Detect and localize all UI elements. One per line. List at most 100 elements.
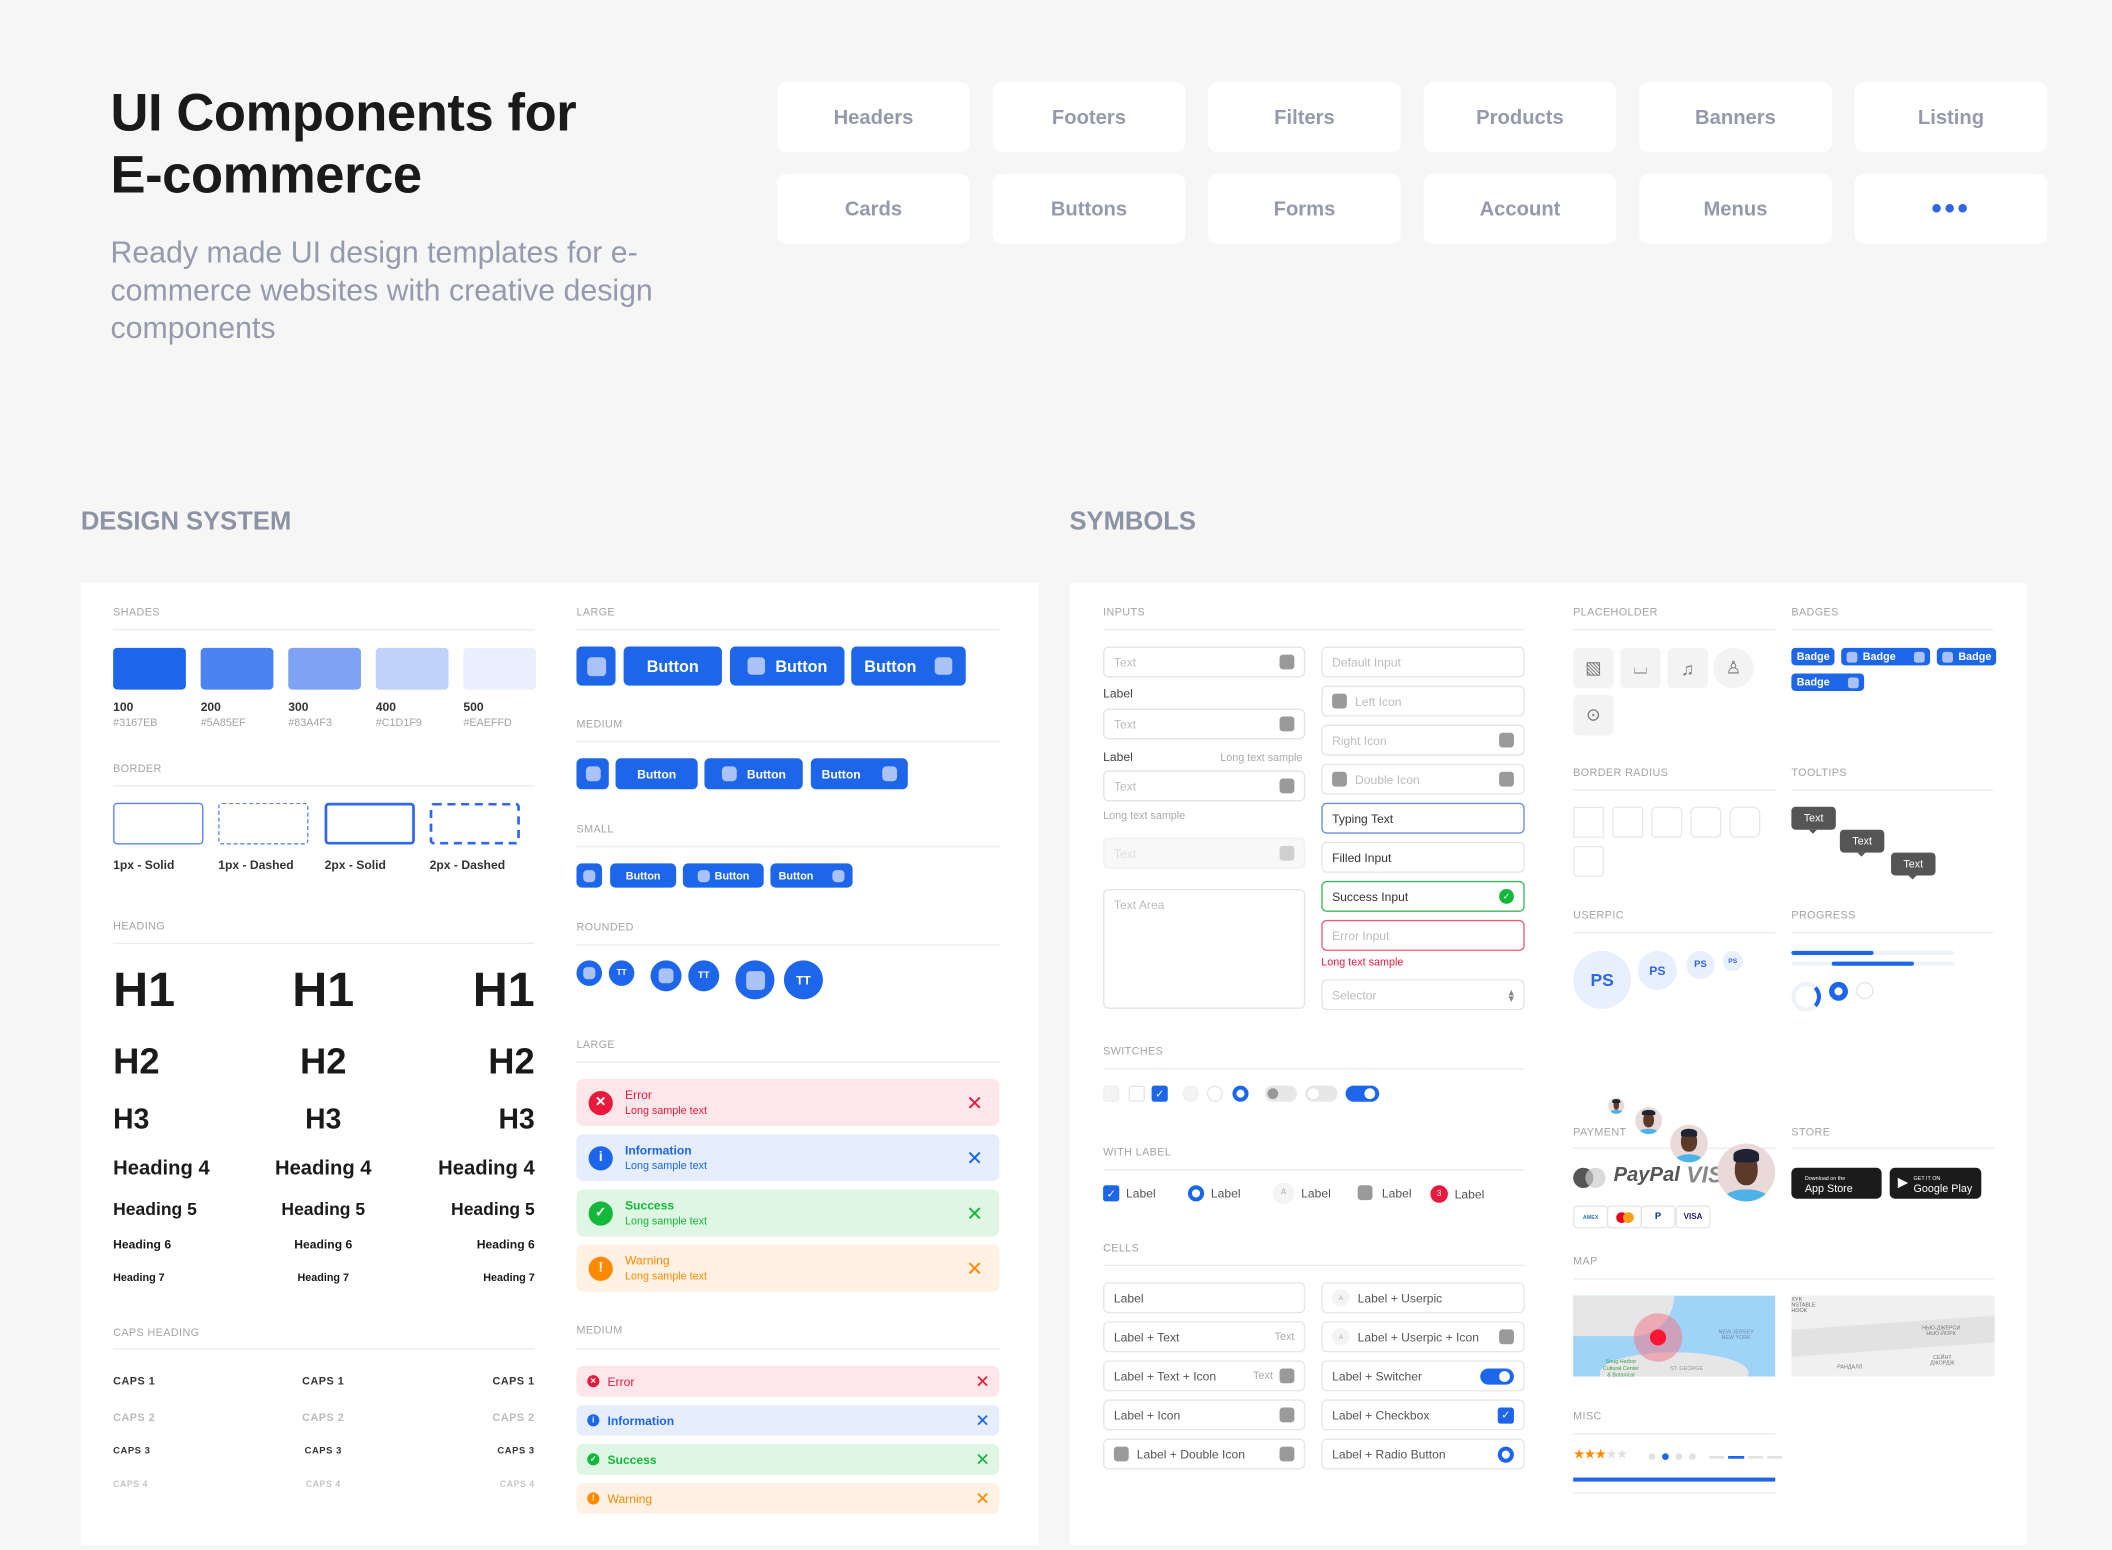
selector-dropdown[interactable]: Selector ▴ ▾ (1321, 979, 1525, 1011)
radio-with-label[interactable]: Label (1187, 1185, 1241, 1202)
map-gray[interactable]: XYK NSTABLE HOOK НЬЮ-ДЖЕРСИ НЬЮ-ЙОРК СЕЙНТ Д… (1791, 1295, 1995, 1377)
pager-line[interactable] (1748, 1455, 1764, 1459)
cell-label-userpic[interactable]: A Label + Userpic (1321, 1282, 1525, 1314)
success-input[interactable]: Success Input ✓ (1321, 880, 1525, 912)
userpic-with-label[interactable]: A Label (1272, 1182, 1331, 1205)
button-medium-left-icon[interactable]: Button (704, 758, 803, 790)
nav-filters[interactable]: Filters (1208, 82, 1401, 153)
text-input-icon[interactable]: Text (1103, 646, 1306, 678)
close-icon[interactable]: ✕ (966, 1146, 983, 1170)
slider-track[interactable] (1573, 1477, 1776, 1482)
checkbox-checked[interactable]: ✓ (1151, 1085, 1168, 1102)
checkbox-disabled[interactable] (1103, 1085, 1120, 1102)
button-medium[interactable]: Button (615, 758, 698, 790)
toggle-on[interactable] (1480, 1367, 1514, 1384)
nav-forms[interactable]: Forms (1208, 173, 1401, 244)
round-text-button-small[interactable]: TT (608, 960, 635, 986)
close-icon[interactable]: ✕ (975, 1410, 990, 1432)
star-icon[interactable]: ★ (1584, 1448, 1596, 1463)
counter-with-label[interactable]: 3 Label (1430, 1185, 1484, 1203)
star-icon[interactable]: ★ (1605, 1448, 1617, 1463)
round-text-button-medium[interactable]: TT (688, 960, 720, 992)
cell-label-icon[interactable]: Label + Icon (1103, 1399, 1306, 1431)
nav-headers[interactable]: Headers (777, 82, 970, 153)
double-icon-input[interactable]: Double Icon (1321, 763, 1525, 795)
icon-button-medium[interactable] (576, 758, 609, 790)
pager-line[interactable] (1709, 1455, 1725, 1459)
close-icon[interactable]: ✕ (966, 1090, 983, 1115)
button-large-right-icon[interactable]: Button (851, 646, 966, 686)
close-icon[interactable]: ✕ (966, 1256, 983, 1280)
nav-banners[interactable]: Banners (1639, 82, 1832, 153)
star-icon[interactable]: ★ (1595, 1448, 1607, 1463)
cell-label-double-icon[interactable]: Label + Double Icon (1103, 1438, 1306, 1470)
default-input[interactable]: Default Input (1321, 646, 1525, 678)
text-area[interactable]: Text Area (1103, 888, 1306, 1009)
close-icon[interactable]: ✕ (975, 1449, 990, 1471)
toggle-on[interactable] (1345, 1085, 1380, 1102)
round-text-button-large[interactable]: TT (783, 960, 823, 1000)
map-color[interactable]: NEW JERSEY NEW YORK Snug Harbor Cultural C… (1573, 1295, 1776, 1377)
round-icon-button-medium[interactable] (650, 960, 682, 992)
left-icon-input[interactable]: Left Icon (1321, 685, 1525, 717)
round-icon-button-small[interactable] (576, 960, 603, 986)
nav-menus[interactable]: Menus (1639, 173, 1832, 244)
toggle-off[interactable] (1305, 1085, 1338, 1102)
right-icon-input[interactable]: Right Icon (1321, 724, 1525, 756)
nav-footers[interactable]: Footers (992, 82, 1186, 153)
pagination-dots[interactable] (1648, 1453, 1696, 1461)
star-icon[interactable]: ★ (1573, 1448, 1585, 1463)
cell-label-checkbox[interactable]: Label + Checkbox ✓ (1321, 1399, 1525, 1431)
nav-more[interactable]: ••• (1854, 173, 2048, 244)
pager-line[interactable] (1767, 1455, 1782, 1459)
checkbox-checked-icon[interactable]: ✓ (1497, 1406, 1514, 1423)
close-icon[interactable]: ✕ (975, 1370, 990, 1392)
button-medium-right-icon[interactable]: Button (810, 758, 908, 790)
pagination-lines[interactable] (1709, 1455, 1782, 1459)
labeled-text-input[interactable]: Text (1103, 708, 1306, 740)
star-rating[interactable]: ★ ★ ★ ★ ★ (1573, 1448, 1628, 1463)
nav-listing[interactable]: Listing (1854, 82, 2048, 153)
nav-buttons[interactable]: Buttons (992, 173, 1186, 244)
button-small[interactable]: Button (610, 863, 677, 888)
cell-label-text[interactable]: Label + Text Text (1103, 1321, 1306, 1353)
button-large[interactable]: Button (623, 646, 722, 686)
typing-input[interactable]: Typing Text (1321, 802, 1525, 834)
star-icon[interactable]: ★ (1616, 1448, 1628, 1463)
checkbox-with-label[interactable]: ✓ Label (1103, 1185, 1156, 1202)
toggle-disabled[interactable] (1264, 1085, 1298, 1102)
checkbox-unchecked[interactable] (1128, 1085, 1145, 1102)
icon-button-small[interactable] (576, 863, 603, 888)
nav-account[interactable]: Account (1423, 173, 1617, 244)
round-icon-button-large[interactable] (735, 960, 775, 1000)
pager-dot[interactable] (1648, 1453, 1656, 1461)
button-small-left-icon[interactable]: Button (682, 863, 764, 888)
nav-cards[interactable]: Cards (777, 173, 970, 244)
pager-dot[interactable] (1689, 1453, 1696, 1461)
button-large-left-icon[interactable]: Button (730, 646, 845, 686)
close-icon[interactable]: ✕ (975, 1488, 990, 1510)
disabled-text-input[interactable]: Text (1103, 837, 1306, 869)
pager-line[interactable] (1728, 1455, 1745, 1459)
close-icon[interactable]: ✕ (966, 1201, 983, 1225)
icon-with-label[interactable]: Label (1357, 1185, 1412, 1201)
nav-products[interactable]: Products (1423, 82, 1617, 153)
radio-checked[interactable] (1232, 1085, 1249, 1102)
pager-dot[interactable] (1662, 1453, 1669, 1461)
google-play-button[interactable]: ▶ GET IT ON Google Play (1889, 1167, 1982, 1199)
radio-unchecked[interactable] (1206, 1085, 1223, 1102)
cell-label-switcher[interactable]: Label + Switcher (1321, 1360, 1525, 1392)
button-small-right-icon[interactable]: Button (770, 863, 853, 888)
app-store-button[interactable]: Download on the App Store (1791, 1167, 1882, 1199)
cell-label-text-icon[interactable]: Label + Text + Icon Text (1103, 1360, 1306, 1392)
pager-dot[interactable] (1675, 1453, 1683, 1461)
labeled-text-input-hint[interactable]: Text (1103, 770, 1306, 802)
cell-label-radio[interactable]: Label + Radio Button (1321, 1438, 1525, 1470)
cell-label-userpic-icon[interactable]: A Label + Userpic + Icon (1321, 1321, 1525, 1353)
error-input[interactable]: Error Input (1321, 919, 1525, 951)
cell-label[interactable]: Label (1103, 1282, 1306, 1314)
radio-checked-icon[interactable] (1497, 1445, 1514, 1463)
filled-input[interactable]: Filled Input (1321, 841, 1525, 873)
icon-button-large[interactable] (576, 646, 616, 686)
radio-disabled[interactable] (1182, 1085, 1199, 1102)
